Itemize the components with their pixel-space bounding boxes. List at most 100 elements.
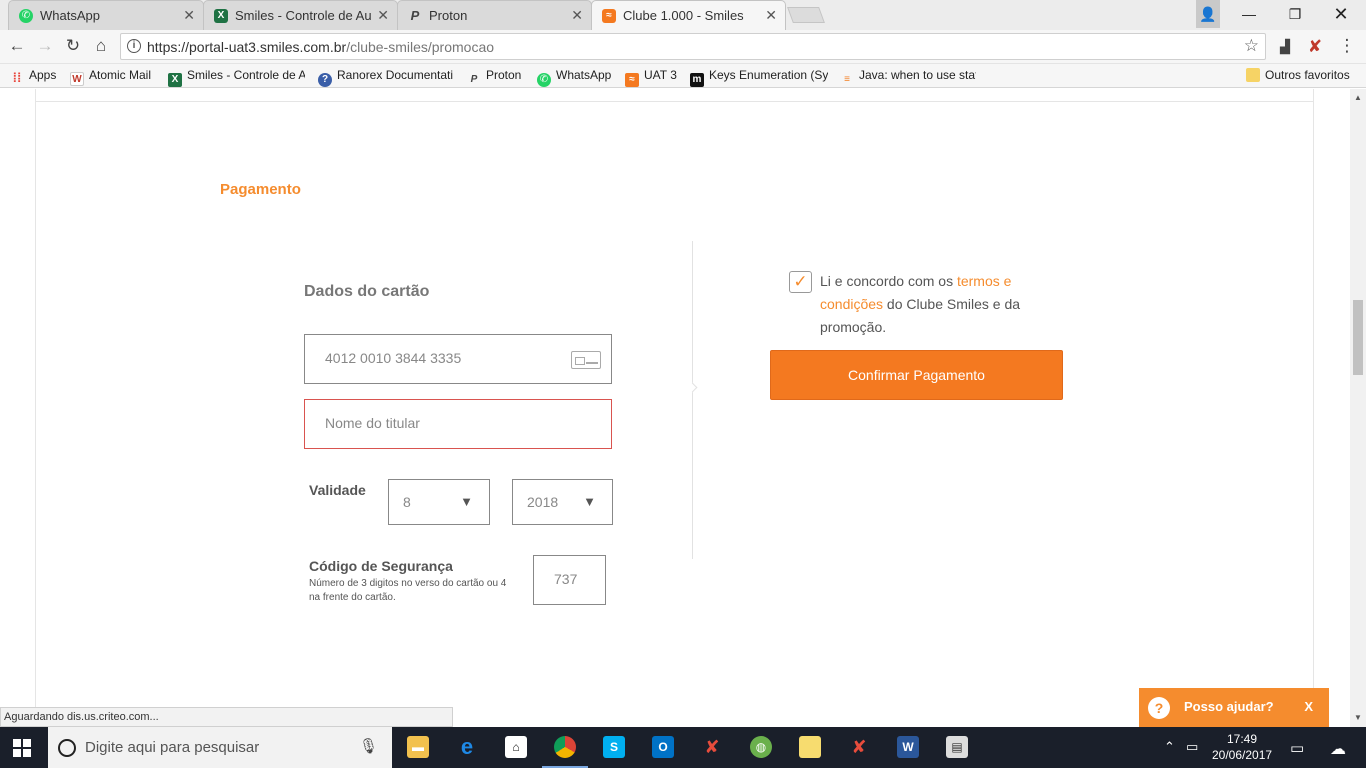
folder-icon: [1246, 68, 1260, 82]
notifications-icon[interactable]: ▭: [1290, 739, 1304, 757]
credit-card-icon: [571, 351, 601, 369]
bookmark-label: Java: when to use stat: [859, 68, 976, 82]
excel-icon: X: [214, 9, 228, 23]
minimize-button[interactable]: —: [1226, 0, 1272, 28]
bookmark-label: Proton: [486, 68, 522, 82]
card-holder-field[interactable]: Nome do titular: [304, 399, 612, 449]
page-viewport: Pagamento Dados do cartão 4012 0010 3844…: [0, 89, 1350, 727]
bookmark-smiles-controle[interactable]: X Smiles - Controle de A: [168, 68, 305, 87]
stackoverflow-icon: ≡: [844, 74, 850, 85]
bookmark-java-static[interactable]: ≡ Java: when to use stat: [840, 68, 976, 87]
forward-icon[interactable]: →: [34, 36, 56, 56]
taskbar-search-box[interactable]: Digite aqui para pesquisar 🎙: [48, 727, 392, 768]
new-tab-button[interactable]: [787, 7, 825, 23]
url-path: /clube-smiles/promocao: [346, 39, 495, 55]
scroll-thumb[interactable]: [1353, 300, 1363, 375]
taskbar-clock[interactable]: 17:49 20/06/2017: [1212, 731, 1272, 763]
dropdown-arrow-icon: ▼: [460, 494, 473, 509]
bookmark-atomic-mail[interactable]: W Atomic Mail: [70, 68, 151, 86]
security-code-field[interactable]: 737: [533, 555, 606, 605]
page-scrollbar[interactable]: ▲ ▼: [1350, 89, 1366, 727]
weather-icon[interactable]: ☁: [1330, 739, 1346, 759]
section-title-pagamento: Pagamento: [220, 181, 301, 198]
year-select[interactable]: 2018 ▼: [512, 479, 613, 525]
smiles-icon: ≈: [625, 73, 639, 87]
back-icon[interactable]: ←: [6, 36, 28, 56]
tab-title: WhatsApp: [40, 8, 100, 23]
help-widget-close-button[interactable]: X: [1304, 699, 1313, 714]
apps-grid-icon: ⁞⁞: [12, 70, 22, 85]
close-tab-icon[interactable]: ✕: [571, 7, 583, 24]
close-tab-icon[interactable]: ✕: [183, 7, 195, 24]
globe-icon[interactable]: ◍: [750, 736, 772, 758]
help-widget-label: Posso ajudar?: [1184, 699, 1274, 714]
tab-smiles-controle[interactable]: X Smiles - Controle de Aut ✕: [203, 0, 398, 30]
month-value: 8: [403, 494, 411, 510]
terms-checkbox[interactable]: ✓: [789, 271, 812, 293]
info-icon[interactable]: i: [127, 39, 141, 53]
month-select[interactable]: 8 ▼: [388, 479, 490, 525]
taskbar-search-placeholder: Digite aqui para pesquisar: [85, 739, 260, 756]
store-icon[interactable]: ⌂: [505, 736, 527, 758]
excel-icon: X: [168, 73, 182, 87]
bookmark-proton[interactable]: P Proton: [467, 68, 522, 87]
tab-proton[interactable]: P Proton ✕: [397, 0, 592, 30]
bookmark-star-icon[interactable]: ☆: [1244, 36, 1259, 56]
year-value: 2018: [527, 494, 559, 510]
vertical-divider: [692, 241, 693, 559]
checkmark-icon: ✓: [793, 272, 808, 291]
home-icon[interactable]: ⌂: [90, 36, 112, 56]
edge-icon[interactable]: e: [456, 736, 478, 758]
outlook-icon[interactable]: O: [652, 736, 674, 758]
file-explorer-icon[interactable]: ▬: [407, 736, 429, 758]
bookmark-outros-favoritos[interactable]: Outros favoritos: [1246, 68, 1350, 82]
tab-whatsapp[interactable]: ✆ WhatsApp ✕: [8, 0, 204, 30]
tools-extension-icon[interactable]: ✘: [1304, 37, 1326, 57]
bookmark-ranorex[interactable]: ? Ranorex Documentati: [318, 68, 454, 87]
close-tab-icon[interactable]: ✕: [377, 7, 389, 24]
help-chat-widget[interactable]: ? Posso ajudar? X: [1139, 688, 1329, 727]
bookmark-label: WhatsApp: [556, 68, 612, 82]
card-number-field[interactable]: 4012 0010 3844 3335: [304, 334, 612, 384]
bookmarks-bar: ⁞⁞ Apps W Atomic Mail X Smiles - Controle d…: [0, 64, 1366, 88]
profile-icon[interactable]: 👤: [1196, 0, 1220, 28]
menu-icon[interactable]: ⋮: [1336, 36, 1358, 56]
tools-icon[interactable]: ✘: [701, 736, 723, 758]
tools-icon[interactable]: ✘: [848, 736, 870, 758]
reload-icon[interactable]: ↻: [62, 36, 84, 56]
app-window-icon[interactable]: ▤: [946, 736, 968, 758]
confirm-payment-button[interactable]: Confirmar Pagamento: [770, 350, 1063, 400]
word-icon[interactable]: W: [897, 736, 919, 758]
url-host: https://portal-uat3.smiles.com.br: [147, 39, 347, 55]
tab-title: Clube 1.000 - Smiles: [623, 8, 744, 23]
close-window-button[interactable]: ✕: [1318, 0, 1364, 28]
windows-start-icon[interactable]: [13, 739, 31, 757]
whatsapp-icon: ✆: [19, 9, 33, 23]
validity-label: Validade: [309, 482, 366, 498]
url-text: https://portal-uat3.smiles.com.br/clube-…: [147, 39, 494, 55]
tray-chevron-icon[interactable]: ⌃: [1164, 739, 1175, 755]
network-icon[interactable]: ▭: [1186, 739, 1198, 755]
browser-toolbar: ← → ↻ ⌂ i https://portal-uat3.smiles.com…: [0, 30, 1366, 64]
bookmark-whatsapp[interactable]: ✆ WhatsApp: [537, 68, 611, 87]
chrome-icon[interactable]: [554, 736, 576, 758]
sticky-notes-icon[interactable]: [799, 736, 821, 758]
microphone-icon[interactable]: 🎙: [359, 737, 378, 755]
skype-icon[interactable]: S: [603, 736, 625, 758]
close-tab-icon[interactable]: ✕: [765, 7, 777, 24]
restore-button[interactable]: ❐: [1272, 0, 1318, 28]
bookmark-uat3[interactable]: ≈ UAT 3: [625, 68, 677, 87]
scroll-up-icon[interactable]: ▲: [1354, 93, 1362, 102]
cortana-icon: [58, 739, 76, 757]
divider: [36, 101, 1313, 102]
bookmark-keys-enumeration[interactable]: m Keys Enumeration (Sy: [690, 68, 828, 87]
bookmark-apps[interactable]: ⁞⁞ Apps: [10, 68, 57, 85]
bookmark-label: UAT 3: [644, 68, 677, 82]
clock-time: 17:49: [1226, 732, 1258, 746]
signal-extension-icon[interactable]: ▟: [1274, 39, 1296, 55]
address-bar[interactable]: i https://portal-uat3.smiles.com.br/club…: [120, 33, 1266, 60]
bookmark-label: Keys Enumeration (Sy: [709, 68, 828, 82]
scroll-down-icon[interactable]: ▼: [1354, 713, 1362, 722]
clock-date: 20/06/2017: [1212, 748, 1273, 762]
tab-clube-smiles[interactable]: ≈ Clube 1.000 - Smiles ✕: [591, 0, 786, 30]
